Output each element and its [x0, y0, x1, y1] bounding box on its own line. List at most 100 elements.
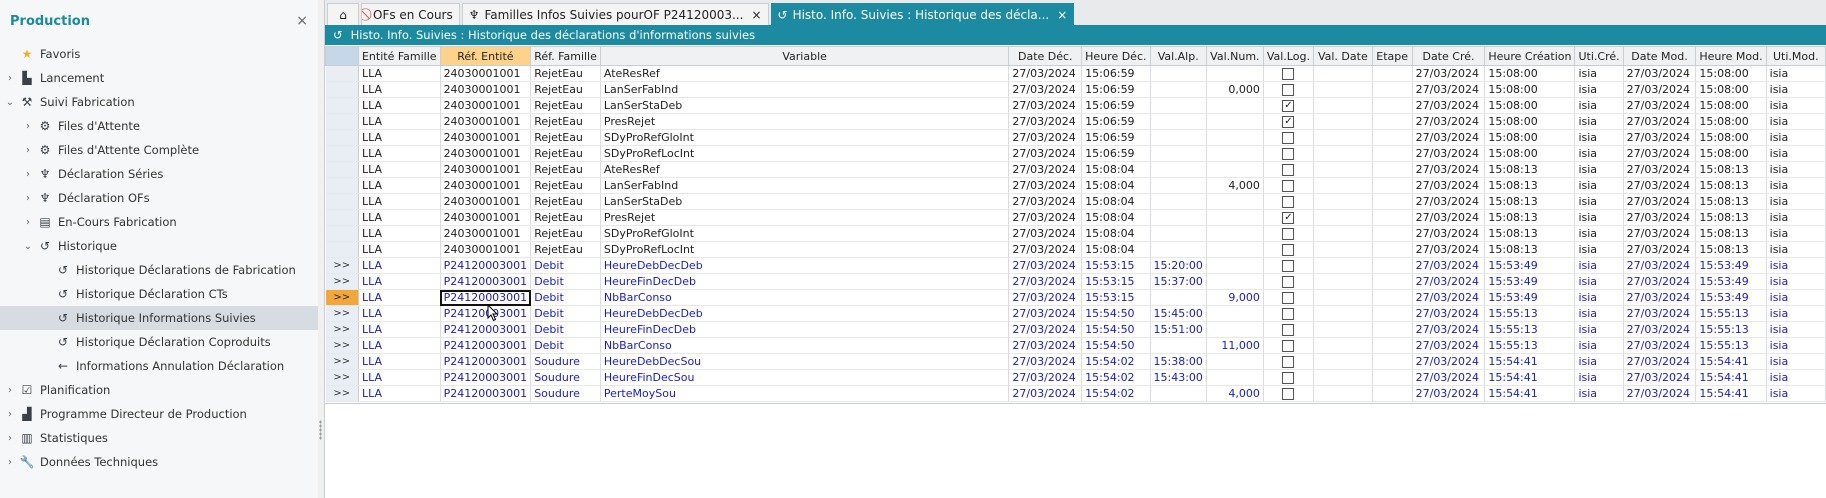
table-cell[interactable]: isia — [1766, 385, 1826, 402]
checkbox-cell[interactable] — [1263, 129, 1314, 146]
table-cell[interactable]: 15:08:00 — [1484, 145, 1576, 162]
checkbox-cell[interactable] — [1263, 305, 1314, 322]
table-cell[interactable]: 27/03/2024 — [1008, 81, 1083, 98]
table-cell[interactable]: 27/03/2024 — [1623, 241, 1697, 258]
row-selector[interactable] — [325, 113, 359, 130]
table-cell[interactable]: 27/03/2024 — [1623, 209, 1697, 226]
table-cell[interactable]: isia — [1574, 209, 1624, 226]
table-cell[interactable]: 27/03/2024 — [1412, 145, 1486, 162]
table-cell[interactable]: 15:08:13 — [1695, 161, 1767, 178]
table-cell[interactable]: isia — [1766, 97, 1826, 114]
row-selector[interactable]: >> — [325, 305, 359, 322]
table-cell[interactable] — [1206, 129, 1264, 146]
table-cell[interactable]: isia — [1766, 145, 1826, 162]
table-cell[interactable]: 15:43:00 — [1150, 369, 1207, 386]
table-cell[interactable]: SDyProRefGloInt — [600, 225, 1010, 242]
table-cell[interactable]: 27/03/2024 — [1412, 209, 1486, 226]
table-cell[interactable]: LLA — [358, 273, 441, 290]
table-cell[interactable]: 27/03/2024 — [1008, 97, 1083, 114]
column-header[interactable]: Heure Mod. — [1695, 46, 1767, 66]
table-cell[interactable]: 24030001001 — [440, 225, 532, 242]
table-cell[interactable] — [1313, 193, 1373, 210]
table-cell[interactable]: 15:08:04 — [1081, 177, 1151, 194]
table-cell[interactable]: 15:06:59 — [1081, 81, 1151, 98]
table-row[interactable]: LLA 24030001001 RejetEau PresRejet 27/03/202… — [325, 113, 1826, 130]
table-cell[interactable]: Debit — [530, 305, 601, 322]
table-cell[interactable]: LLA — [358, 193, 441, 210]
tab-1[interactable]: ⃠OFs en Cours — [361, 3, 460, 25]
table-cell[interactable]: 15:37:00 — [1150, 273, 1207, 290]
grip-icon[interactable] — [319, 420, 322, 440]
table-cell[interactable]: Soudure — [530, 385, 601, 402]
row-selector[interactable]: >> — [325, 273, 359, 290]
checkbox-unchecked[interactable] — [1282, 276, 1295, 288]
table-cell[interactable]: 15:08:13 — [1484, 225, 1576, 242]
table-cell[interactable] — [1313, 273, 1373, 290]
table-cell[interactable]: 27/03/2024 — [1412, 129, 1486, 146]
table-cell[interactable] — [1313, 129, 1373, 146]
table-cell[interactable] — [1372, 241, 1413, 258]
column-header[interactable]: Etape — [1371, 46, 1413, 66]
table-cell[interactable] — [1206, 241, 1264, 258]
checkbox-unchecked[interactable] — [1282, 180, 1295, 192]
table-cell[interactable]: 15:53:15 — [1081, 257, 1151, 274]
table-cell[interactable] — [1372, 177, 1413, 194]
table-cell[interactable] — [1206, 97, 1264, 114]
table-cell[interactable] — [1313, 145, 1373, 162]
table-cell[interactable] — [1372, 145, 1413, 162]
table-cell[interactable]: 27/03/2024 — [1623, 369, 1697, 386]
table-cell[interactable]: 24030001001 — [440, 209, 532, 226]
table-cell[interactable]: 15:08:13 — [1695, 225, 1767, 242]
table-cell[interactable]: LanSerFabInd — [600, 177, 1010, 194]
table-cell[interactable]: PresRejet — [600, 209, 1010, 226]
table-cell[interactable]: isia — [1574, 193, 1624, 210]
table-cell[interactable] — [1313, 337, 1373, 354]
row-selector[interactable] — [325, 161, 359, 178]
table-cell[interactable]: 27/03/2024 — [1412, 289, 1486, 306]
row-selector[interactable]: >> — [325, 257, 359, 274]
table-cell[interactable] — [1206, 193, 1264, 210]
table-cell[interactable] — [1313, 65, 1373, 82]
table-cell[interactable]: RejetEau — [530, 209, 601, 226]
table-cell[interactable]: 15:53:49 — [1695, 289, 1767, 306]
row-selector[interactable] — [325, 209, 359, 226]
table-cell[interactable]: isia — [1574, 385, 1624, 402]
table-cell[interactable]: 15:08:13 — [1484, 241, 1576, 258]
checkbox-unchecked[interactable] — [1282, 340, 1295, 352]
table-cell[interactable]: 27/03/2024 — [1008, 273, 1083, 290]
chevron-right-icon[interactable]: › — [2, 457, 18, 468]
table-cell[interactable] — [1313, 257, 1373, 274]
table-cell[interactable]: 15:53:49 — [1695, 257, 1767, 274]
table-cell[interactable]: 15:06:59 — [1081, 65, 1151, 82]
row-selector[interactable]: >> — [325, 353, 359, 370]
table-cell[interactable]: 15:54:41 — [1695, 353, 1767, 370]
table-cell[interactable]: 24030001001 — [440, 145, 532, 162]
checkbox-cell[interactable] — [1263, 145, 1314, 162]
checkbox-unchecked[interactable] — [1282, 324, 1295, 336]
table-cell[interactable]: 27/03/2024 — [1412, 81, 1486, 98]
row-selector[interactable] — [325, 81, 359, 98]
table-cell[interactable]: 27/03/2024 — [1623, 305, 1697, 322]
table-cell[interactable]: 15:55:13 — [1484, 321, 1576, 338]
table-cell[interactable]: isia — [1574, 305, 1624, 322]
row-selector[interactable] — [325, 97, 359, 114]
table-cell[interactable] — [1313, 353, 1373, 370]
table-cell[interactable]: SDyProRefGloInt — [600, 129, 1010, 146]
table-cell[interactable]: RejetEau — [530, 225, 601, 242]
table-cell[interactable]: 27/03/2024 — [1412, 369, 1486, 386]
table-cell[interactable]: isia — [1766, 209, 1826, 226]
checkbox-cell[interactable] — [1263, 241, 1314, 258]
checkbox-unchecked[interactable] — [1282, 68, 1295, 80]
table-row[interactable]: LLA 24030001001 RejetEau PresRejet 27/03/202… — [325, 209, 1826, 226]
table-cell[interactable]: isia — [1574, 369, 1624, 386]
table-cell[interactable] — [1206, 305, 1264, 322]
table-cell[interactable]: RejetEau — [530, 145, 601, 162]
checkbox-unchecked[interactable] — [1282, 132, 1295, 144]
table-cell[interactable]: 27/03/2024 — [1623, 385, 1697, 402]
table-cell[interactable]: 15:55:13 — [1695, 337, 1767, 354]
table-cell[interactable] — [1313, 209, 1373, 226]
table-cell[interactable]: 27/03/2024 — [1008, 369, 1083, 386]
sidebar-item-historique-d-clarations-de-fabrication[interactable]: ↺ Historique Déclarations de Fabrication — [0, 258, 318, 282]
table-cell[interactable] — [1150, 209, 1207, 226]
table-cell[interactable]: 27/03/2024 — [1008, 321, 1083, 338]
